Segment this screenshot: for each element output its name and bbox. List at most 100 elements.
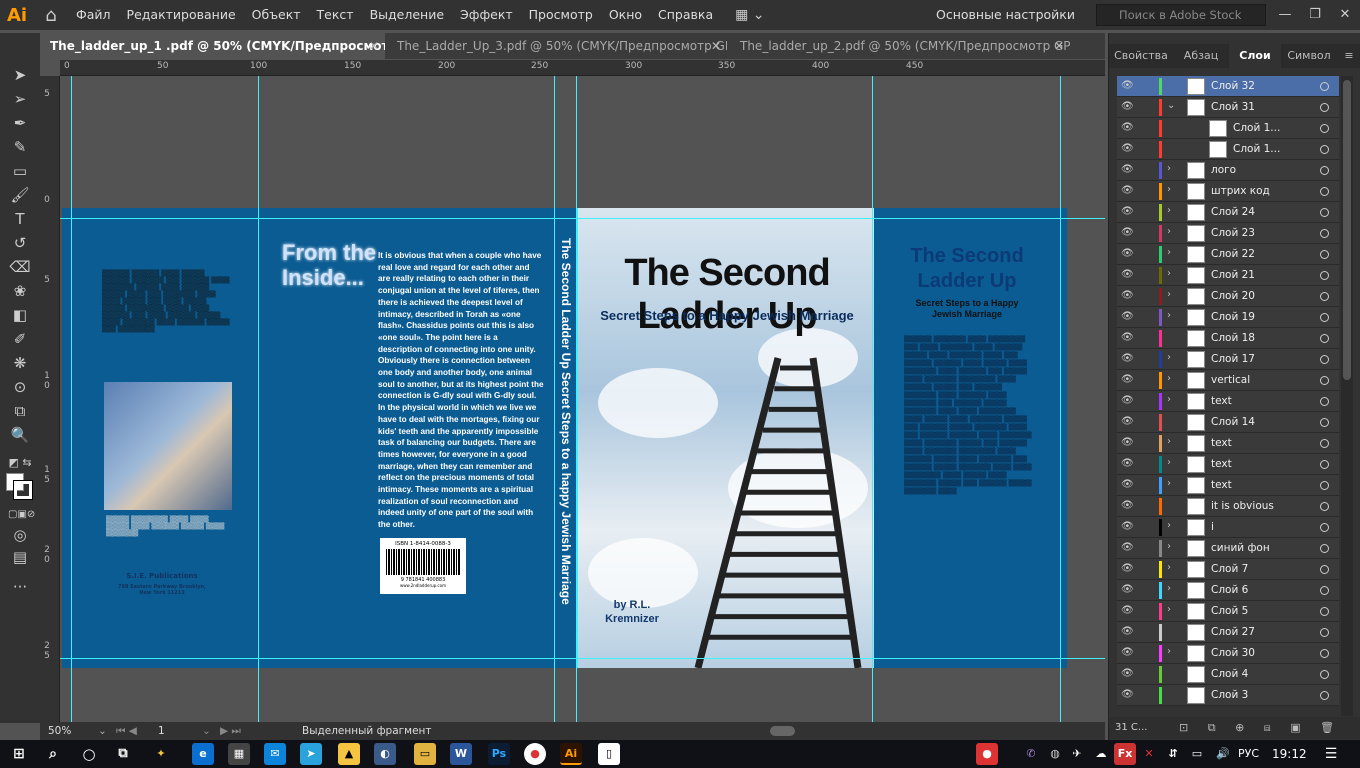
expand-icon[interactable]: › (1167, 205, 1171, 216)
stroke-color-swatch[interactable] (13, 480, 33, 500)
target-icon[interactable] (1320, 670, 1329, 679)
guide-line[interactable] (554, 76, 555, 722)
guide-line[interactable] (258, 76, 259, 722)
brush-tool-icon[interactable]: 🖌 (8, 185, 32, 205)
panel-scrollbar[interactable] (1341, 76, 1353, 716)
app-icon[interactable]: ▲ (338, 743, 360, 765)
layer-row[interactable]: 👁 › Слой 19 (1117, 307, 1339, 328)
expand-icon[interactable]: › (1167, 562, 1171, 573)
layer-row[interactable]: 👁 › text (1117, 391, 1339, 412)
expand-icon[interactable]: › (1167, 394, 1171, 405)
rectangle-tool-icon[interactable]: ▭ (8, 161, 32, 181)
chrome-icon[interactable]: ● (524, 743, 546, 765)
layer-row[interactable]: 👁 › Слой 24 (1117, 202, 1339, 223)
expand-icon[interactable]: › (1167, 373, 1171, 384)
zoom-tool-icon[interactable]: 🔍 (8, 425, 32, 445)
target-icon[interactable] (1320, 124, 1329, 133)
horizontal-scroll-thumb[interactable] (770, 726, 795, 736)
expand-icon[interactable]: › (1167, 520, 1171, 531)
eye-icon[interactable]: 👁 (1121, 563, 1134, 574)
eye-icon[interactable]: 👁 (1121, 164, 1134, 175)
eye-icon[interactable]: 👁 (1121, 227, 1134, 238)
layer-actions-icons[interactable]: ⊡ ⧉ ⊕ ⧈ ▣ 🗑 (1179, 717, 1342, 739)
expand-icon[interactable]: ⌄ (1167, 100, 1175, 111)
target-icon[interactable] (1320, 565, 1329, 574)
network-icon[interactable]: ⇵ (1162, 743, 1184, 765)
store-icon[interactable]: ▦ (228, 743, 250, 765)
layer-row[interactable]: 👁 › text (1117, 433, 1339, 454)
eye-icon[interactable]: 👁 (1121, 332, 1134, 343)
eye-icon[interactable]: 👁 (1121, 521, 1134, 532)
menu-item[interactable]: Эффект (452, 0, 521, 30)
page-dropdown-icon[interactable]: ⌄ (202, 722, 211, 740)
expand-icon[interactable]: › (1167, 604, 1171, 615)
expand-icon[interactable]: › (1167, 310, 1171, 321)
target-icon[interactable] (1320, 208, 1329, 217)
guide-line[interactable] (872, 76, 873, 722)
guide-line[interactable] (60, 218, 1105, 219)
expand-icon[interactable]: › (1167, 583, 1171, 594)
eye-icon[interactable]: 👁 (1121, 479, 1134, 490)
target-icon[interactable] (1320, 250, 1329, 259)
illustrator-icon[interactable]: Ai (560, 743, 582, 765)
layer-row[interactable]: 👁 › Слой 23 (1117, 223, 1339, 244)
guide-line[interactable] (71, 76, 72, 722)
eye-icon[interactable]: 👁 (1121, 80, 1134, 91)
eye-icon[interactable]: 👁 (1121, 311, 1134, 322)
close-icon[interactable]: ✕ (1054, 33, 1064, 59)
panel-scroll-thumb[interactable] (1343, 80, 1351, 380)
pen-tool-icon[interactable]: ✒ (8, 113, 32, 133)
expand-icon[interactable]: › (1167, 184, 1171, 195)
menu-item[interactable]: Выделение (362, 0, 452, 30)
target-icon[interactable] (1320, 271, 1329, 280)
menu-item[interactable]: Объект (244, 0, 309, 30)
cloud-icon[interactable]: ☁ (1090, 743, 1112, 765)
target-icon[interactable] (1320, 145, 1329, 154)
panel-menu-icon[interactable]: ≡ (1337, 44, 1360, 68)
eye-icon[interactable]: 👁 (1121, 290, 1134, 301)
layer-row[interactable]: 👁 › vertical (1117, 370, 1339, 391)
eye-icon[interactable]: 👁 (1121, 437, 1134, 448)
app-icon[interactable]: ✦ (150, 743, 172, 765)
expand-icon[interactable]: › (1167, 247, 1171, 258)
document-icon[interactable]: ▯ (598, 743, 620, 765)
edge-icon[interactable]: e (192, 743, 214, 765)
zoom-dropdown-icon[interactable]: ⌄ (98, 722, 107, 740)
mail-icon[interactable]: ✉ (264, 743, 286, 765)
expand-icon[interactable]: › (1167, 478, 1171, 489)
layer-row[interactable]: 👁 › text (1117, 454, 1339, 475)
next-page-icon[interactable]: ▶ ⏭ (220, 722, 241, 740)
tab-document-1[interactable]: The_ladder_up_1 .pdf @ 50% (CMYK/Предпро… (40, 33, 385, 59)
menu-item[interactable]: Просмотр (521, 0, 601, 30)
eye-icon[interactable]: 👁 (1121, 542, 1134, 553)
file-explorer-icon[interactable]: ▭ (414, 743, 436, 765)
eye-icon[interactable]: 👁 (1121, 248, 1134, 259)
word-icon[interactable]: W (450, 743, 472, 765)
layer-row[interactable]: 👁 › Слой 7 (1117, 559, 1339, 580)
warp-tool-icon[interactable]: ❀ (8, 281, 32, 301)
tray-icon[interactable]: ◍ (1044, 743, 1066, 765)
photoshop-icon[interactable]: Ps (488, 743, 510, 765)
target-icon[interactable] (1320, 187, 1329, 196)
artboard-canvas[interactable]: ▒▒▒▒▒▒ ▒▒▒▒▒▒ ▒▒▒▒ ▒▒▒▒▒ ▒▒▒▒▒▒ ▒▒▒▒▒▒▒ … (60, 76, 1105, 722)
windows-start-icon[interactable]: ⊞ (8, 743, 30, 765)
book-cover-artwork[interactable]: ▒▒▒▒▒▒ ▒▒▒▒▒▒ ▒▒▒▒ ▒▒▒▒▒ ▒▒▒▒▒▒ ▒▒▒▒▒▒▒ … (62, 208, 1067, 668)
expand-icon[interactable]: › (1167, 436, 1171, 447)
expand-icon[interactable]: › (1167, 163, 1171, 174)
blend-tool-icon[interactable]: ⊙ (8, 377, 32, 397)
minimize-button[interactable]: — (1270, 0, 1300, 30)
target-icon[interactable] (1320, 544, 1329, 553)
target-icon[interactable] (1320, 355, 1329, 364)
battery-icon[interactable]: ▭ (1186, 743, 1208, 765)
color-mode-icon[interactable]: ▢▣⊘ (8, 505, 35, 525)
tab-document-3[interactable]: The_Ladder_Up_3.pdf @ 50% (CMYK/Предпрос… (387, 33, 727, 59)
eye-icon[interactable]: 👁 (1121, 458, 1134, 469)
target-icon[interactable] (1320, 691, 1329, 700)
target-icon[interactable] (1320, 313, 1329, 322)
target-icon[interactable] (1320, 460, 1329, 469)
task-view-icon[interactable]: ⧉ (112, 743, 134, 765)
home-icon[interactable]: ⌂ (34, 0, 68, 30)
layer-row[interactable]: 👁 Слой 27 (1117, 622, 1339, 643)
target-icon[interactable] (1320, 166, 1329, 175)
tab-document-2[interactable]: The_ladder_up_2.pdf @ 50% (CMYK/Предпрос… (730, 33, 1070, 59)
